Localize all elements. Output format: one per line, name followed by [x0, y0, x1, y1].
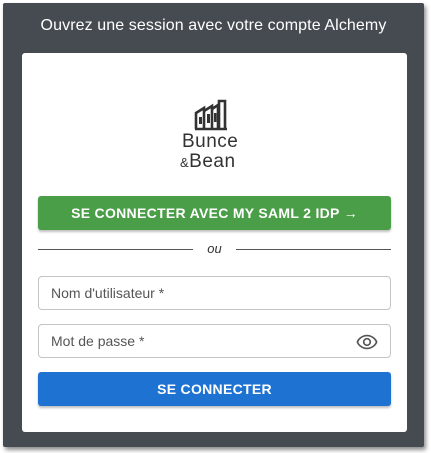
logo-ampersand: & [180, 155, 190, 170]
logo-wordmark-line2: &Bean [180, 151, 236, 173]
username-field [38, 276, 391, 310]
logo-wordmark-bean: Bean [189, 151, 236, 172]
eye-icon[interactable] [356, 331, 378, 353]
saml-login-button[interactable]: SE CONNECTER AVEC MY SAML 2 IDP → [38, 196, 391, 230]
company-logo: Bunce &Bean [180, 99, 250, 173]
login-dialog-frame: Ouvrez une session avec votre compte Alc… [3, 3, 424, 447]
password-field [38, 324, 391, 358]
login-card: Bunce &Bean SE CONNECTER AVEC MY SAML 2 … [22, 53, 407, 432]
login-button[interactable]: SE CONNECTER [38, 372, 391, 406]
page-title: Ouvrez une session avec votre compte Alc… [40, 17, 387, 34]
divider-line-right [236, 249, 391, 250]
or-divider: ou [38, 241, 391, 257]
logo-wordmark-line1: Bunce [182, 131, 239, 152]
password-input[interactable] [39, 325, 390, 357]
username-input[interactable] [39, 277, 390, 309]
factory-icon [194, 99, 227, 131]
